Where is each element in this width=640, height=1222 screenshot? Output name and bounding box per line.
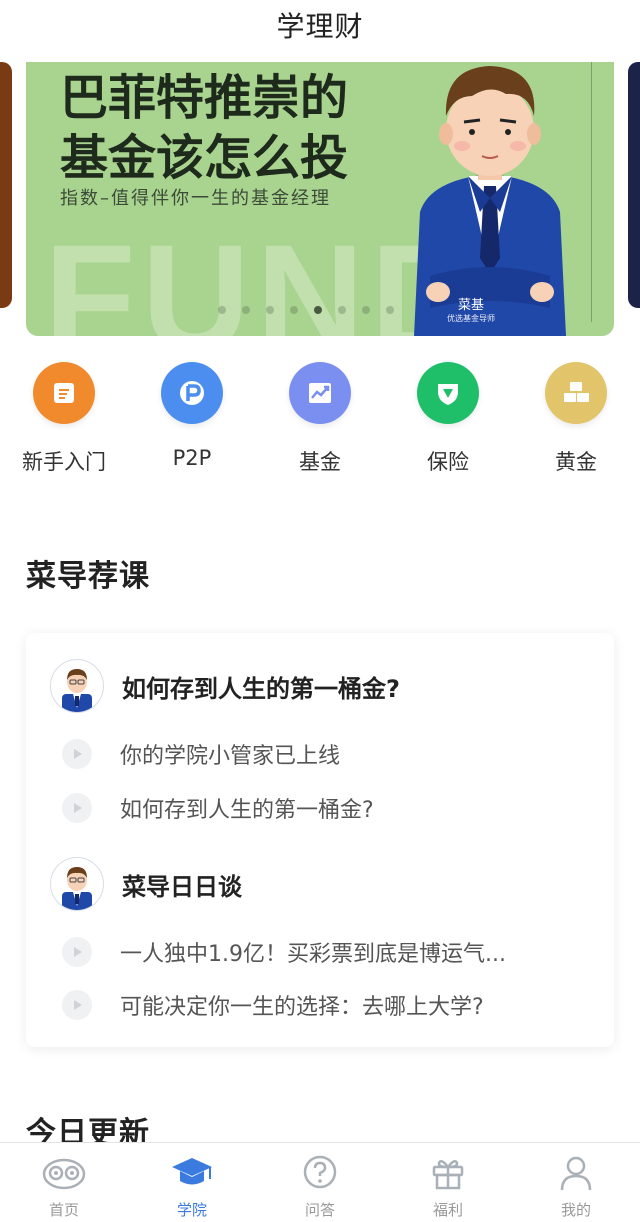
top-bar: 学理财	[0, 0, 640, 50]
tab-home[interactable]: 首页	[0, 1143, 128, 1222]
course-header[interactable]: 如何存到人生的第一桶金?	[50, 659, 400, 713]
carousel-indicator	[218, 306, 394, 314]
banner-title: 巴菲特推崇的 基金该怎么投	[60, 68, 348, 188]
lesson-item[interactable]: 如何存到人生的第一桶金?	[62, 792, 602, 824]
lesson-title: 一人独中1.9亿！买彩票到底是博运气...	[120, 942, 506, 967]
play-icon	[62, 990, 92, 1020]
graduation-cap-icon	[170, 1151, 214, 1195]
category-label: 新手入门	[22, 450, 106, 474]
tab-label: 福利	[432, 1201, 463, 1219]
bottom-tab-bar: 首页 学院 问答 福利 我的	[0, 1142, 640, 1222]
beginner-icon	[33, 362, 95, 424]
carousel-dot[interactable]	[266, 306, 274, 314]
avatar	[50, 659, 104, 713]
avatar	[50, 857, 104, 911]
fund-chart-icon	[289, 362, 351, 424]
tab-mine[interactable]: 我的	[512, 1143, 640, 1222]
banner-title-line-1: 巴菲特推崇的	[60, 70, 349, 126]
gold-bars-icon	[545, 362, 607, 424]
mentor-name: 菜基	[457, 298, 484, 313]
carousel-dot[interactable]	[362, 306, 370, 314]
previous-slide-peek[interactable]	[0, 62, 12, 308]
lesson-title: 如何存到人生的第一桶金?	[120, 798, 374, 823]
banner-divider	[591, 62, 592, 322]
question-bubble-icon	[298, 1151, 342, 1195]
banner-carousel[interactable]: FUND 巴菲特推崇的 基金该怎么投 指数–值得伴你一生的基金经理 菜基 优选基…	[0, 62, 640, 336]
lesson-item[interactable]: 可能决定你一生的选择：去哪上大学?	[62, 989, 602, 1021]
lesson-title: 你的学院小管家已上线	[120, 744, 341, 769]
category-insurance[interactable]: 保险	[384, 362, 512, 482]
lesson-title: 可能决定你一生的选择：去哪上大学?	[120, 995, 484, 1020]
category-label: 基金	[299, 450, 341, 474]
course-header[interactable]: 菜导日日谈	[50, 857, 242, 911]
carousel-dot-active[interactable]	[314, 306, 322, 314]
banner-slide[interactable]: FUND 巴菲特推崇的 基金该怎么投 指数–值得伴你一生的基金经理 菜基 优选基…	[26, 62, 614, 336]
tab-label: 首页	[48, 1201, 79, 1219]
tab-label: 我的	[560, 1201, 591, 1219]
user-icon	[554, 1151, 598, 1195]
mentor-badge: 菜基 优选基金导师	[402, 294, 540, 324]
tab-qa[interactable]: 问答	[256, 1143, 384, 1222]
category-label: 黄金	[555, 450, 597, 474]
tab-label: 问答	[304, 1201, 335, 1219]
category-label: P2P	[172, 446, 212, 470]
banner-title-line-2: 基金该怎么投	[60, 130, 349, 186]
tab-academy[interactable]: 学院	[128, 1143, 256, 1222]
insurance-shield-icon	[417, 362, 479, 424]
section-title-courses: 菜导荐课	[26, 559, 150, 594]
category-beginner[interactable]: 新手入门	[0, 362, 128, 482]
course-title: 菜导日日谈	[122, 872, 242, 901]
play-icon	[62, 739, 92, 769]
tab-benefits[interactable]: 福利	[384, 1143, 512, 1222]
category-nav: 新手入门 P2P 基金 保险 黄金	[0, 362, 640, 482]
page-title: 学理财	[276, 10, 364, 43]
play-icon	[62, 937, 92, 967]
mentor-role: 优选基金导师	[447, 314, 495, 323]
category-label: 保险	[427, 450, 469, 474]
course-card: 如何存到人生的第一桶金? 你的学院小管家已上线 如何存到人生的第一桶金? 菜导日…	[26, 633, 614, 1047]
carousel-dot[interactable]	[290, 306, 298, 314]
gift-icon	[426, 1151, 470, 1195]
p2p-icon	[161, 362, 223, 424]
next-slide-peek[interactable]	[628, 62, 640, 308]
category-p2p[interactable]: P2P	[128, 362, 256, 482]
play-icon	[62, 793, 92, 823]
course-title: 如何存到人生的第一桶金?	[122, 674, 400, 703]
tab-label: 学院	[176, 1201, 207, 1219]
banner-subtitle: 指数–值得伴你一生的基金经理	[60, 188, 331, 209]
carousel-dot[interactable]	[218, 306, 226, 314]
category-fund[interactable]: 基金	[256, 362, 384, 482]
carousel-dot[interactable]	[386, 306, 394, 314]
carousel-dot[interactable]	[242, 306, 250, 314]
category-gold[interactable]: 黄金	[512, 362, 640, 482]
lesson-item[interactable]: 你的学院小管家已上线	[62, 738, 602, 770]
carousel-dot[interactable]	[338, 306, 346, 314]
owl-home-icon	[42, 1151, 86, 1195]
lesson-item[interactable]: 一人独中1.9亿！买彩票到底是博运气...	[62, 936, 602, 968]
